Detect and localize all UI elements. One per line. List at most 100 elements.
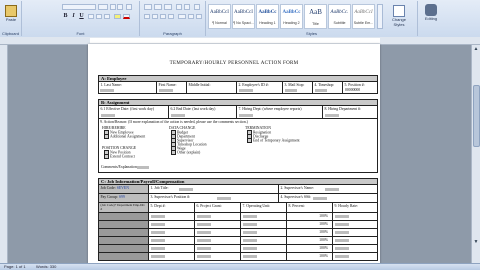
comp-cell[interactable] (241, 229, 287, 236)
comp-cell[interactable] (241, 213, 287, 220)
extend-contract-checkbox[interactable] (104, 154, 109, 159)
comp-cell[interactable] (99, 213, 149, 220)
sort-button[interactable] (194, 4, 200, 10)
effective-date-field[interactable] (101, 114, 115, 117)
comp-input-field[interactable] (335, 223, 349, 226)
page-count[interactable]: Page: 1 of 1 (4, 264, 26, 270)
increase-indent-button[interactable] (184, 4, 190, 10)
comp-cell[interactable] (195, 229, 241, 236)
comp-input-field[interactable] (197, 215, 211, 218)
job-title-field[interactable] (179, 188, 193, 191)
scroll-up-icon[interactable]: ▲ (472, 45, 480, 53)
comp-cell[interactable] (195, 213, 241, 220)
line-spacing-button[interactable] (178, 14, 186, 19)
job-title-cell[interactable]: 1. Job Title: (149, 185, 279, 193)
supervisor-name-field[interactable] (325, 188, 339, 191)
hiring-dept-field[interactable] (239, 114, 253, 117)
comp-input-field[interactable] (151, 215, 165, 218)
comp-cell[interactable] (99, 245, 149, 252)
comp-input-field[interactable] (335, 247, 349, 250)
style-no-spacing[interactable]: AaBbCcI ¶ No Spaci... (232, 4, 255, 29)
bullets-button[interactable] (144, 4, 152, 10)
comp-input-field[interactable] (197, 255, 211, 258)
comp-cell[interactable] (195, 237, 241, 244)
comp-cell[interactable] (333, 253, 379, 260)
other-checkbox[interactable] (171, 150, 176, 155)
supervisor-ssn-field[interactable] (313, 197, 327, 200)
supervisor-position-field[interactable] (217, 197, 231, 200)
comp-cell[interactable]: 100% (287, 245, 333, 252)
comp-cell[interactable] (241, 237, 287, 244)
justify-button[interactable] (168, 14, 174, 19)
comp-input-field[interactable] (243, 255, 257, 258)
comp-input-field[interactable] (335, 239, 349, 242)
comp-input-field[interactable] (197, 247, 211, 250)
style-heading-2[interactable]: AaBbCc Heading 2 (280, 4, 303, 29)
comp-cell[interactable] (333, 229, 379, 236)
first-name-field[interactable] (159, 89, 173, 92)
comp-cell[interactable]: 100% (287, 221, 333, 228)
comp-cell[interactable] (149, 245, 195, 252)
extend-contract-option[interactable]: Extend Contract (104, 154, 135, 159)
align-right-button[interactable] (160, 14, 166, 19)
comp-input-field[interactable] (335, 255, 349, 258)
comp-cell[interactable] (195, 245, 241, 252)
comp-cell[interactable] (241, 245, 287, 252)
comp-cell[interactable] (149, 229, 195, 236)
comp-cell[interactable] (195, 253, 241, 260)
comp-cell[interactable] (99, 229, 149, 236)
comp-cell[interactable] (99, 237, 149, 244)
comp-input-field[interactable] (197, 231, 211, 234)
end-assignment-option[interactable]: End of Temporary Assignment (247, 138, 300, 143)
comp-input-field[interactable] (335, 215, 349, 218)
font-name-select[interactable] (62, 4, 96, 10)
align-center-button[interactable] (152, 14, 158, 19)
numbering-button[interactable] (154, 4, 162, 10)
end-assignment-checkbox[interactable] (247, 138, 252, 143)
font-color-button[interactable] (123, 14, 130, 19)
comp-input-field[interactable] (197, 239, 211, 242)
style-heading-1[interactable]: AaBbCc Heading 1 (256, 4, 279, 29)
superscript-button[interactable] (104, 14, 110, 19)
supervisor-position-cell[interactable]: 3. Supervisor's Position #: (149, 194, 279, 202)
comp-cell[interactable] (99, 221, 149, 228)
comp-cell[interactable]: 100% (287, 253, 333, 260)
editing-button[interactable]: Editing (422, 2, 440, 32)
middle-initial-cell[interactable]: Middle Initial: (187, 82, 237, 93)
comp-cell[interactable] (333, 237, 379, 244)
comp-input-field[interactable] (151, 247, 165, 250)
underline-button[interactable]: U (78, 13, 85, 20)
scroll-thumb[interactable] (473, 85, 480, 147)
pay-group-cell[interactable]: Pay Group: S99 (99, 194, 149, 202)
font-size-select[interactable] (98, 4, 108, 10)
comp-cell[interactable] (149, 213, 195, 220)
comp-cell[interactable] (149, 253, 195, 260)
style-title[interactable]: AaB Title (304, 4, 327, 29)
comp-cell[interactable] (333, 213, 379, 220)
comp-input-field[interactable] (151, 223, 165, 226)
position-value[interactable]: 00000000 (345, 88, 360, 92)
hiring-dept-number-field[interactable] (325, 114, 339, 117)
comp-input-field[interactable] (243, 239, 257, 242)
comp-cell[interactable] (195, 221, 241, 228)
other-option[interactable]: Other (explain) (171, 150, 200, 155)
comp-cell[interactable]: 100% (287, 237, 333, 244)
styles-scroll-button[interactable] (377, 4, 383, 29)
comp-input-field[interactable] (151, 255, 165, 258)
comp-cell[interactable] (241, 221, 287, 228)
clear-format-button[interactable] (126, 4, 132, 10)
comp-cell[interactable] (149, 237, 195, 244)
comp-input-field[interactable] (243, 215, 257, 218)
comp-input-field[interactable] (335, 231, 349, 234)
comp-input-field[interactable] (243, 223, 257, 226)
comp-cell[interactable] (333, 221, 379, 228)
comp-cell[interactable] (99, 253, 149, 260)
scroll-down-icon[interactable]: ▼ (472, 238, 480, 246)
strikethrough-button[interactable] (88, 14, 94, 19)
grow-font-button[interactable] (110, 4, 116, 10)
word-count[interactable]: Words: 330 (36, 264, 56, 270)
style-subtle-emphasis[interactable]: AaBbCcI Subtle Em... (352, 4, 375, 29)
align-left-button[interactable] (144, 14, 150, 19)
end-date-field[interactable] (171, 114, 185, 117)
vertical-scrollbar[interactable]: ▲ ▼ (471, 45, 480, 264)
